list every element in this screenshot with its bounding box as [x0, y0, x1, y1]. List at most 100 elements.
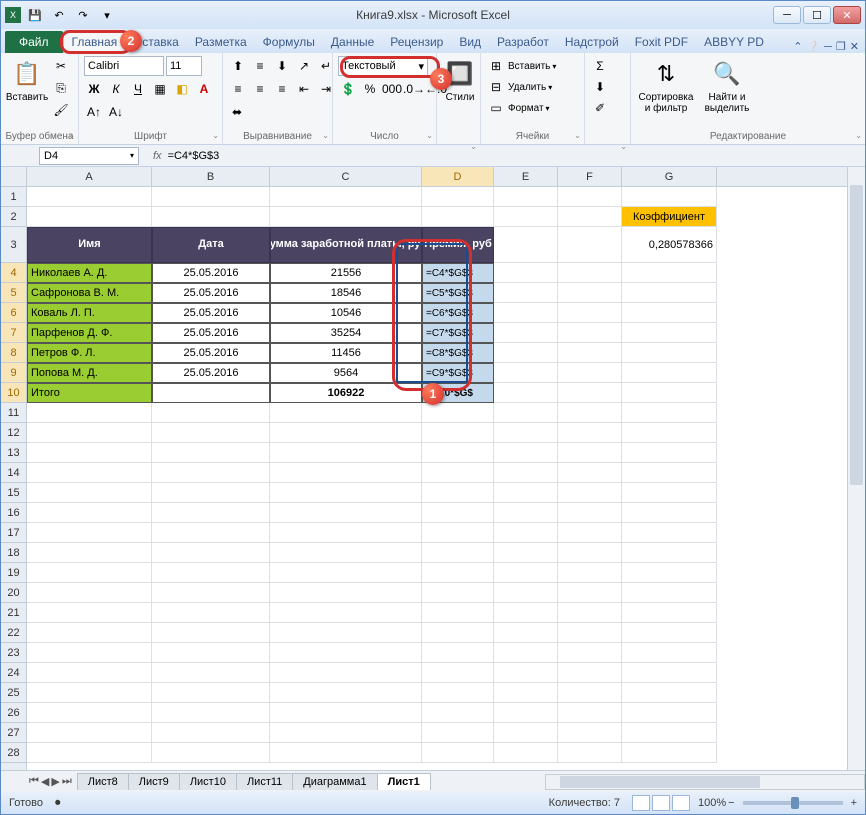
cell[interactable]	[494, 303, 558, 323]
row-header-17[interactable]: 17	[1, 523, 26, 543]
cell[interactable]	[558, 403, 622, 423]
cell[interactable]	[422, 743, 494, 763]
cell[interactable]	[422, 683, 494, 703]
cell[interactable]	[558, 343, 622, 363]
cell[interactable]	[152, 503, 270, 523]
cell[interactable]	[494, 207, 558, 227]
font-name-input[interactable]	[84, 56, 164, 76]
fill-color-button[interactable]: ◧	[172, 79, 192, 99]
cell[interactable]	[270, 663, 422, 683]
cell[interactable]	[152, 703, 270, 723]
cell[interactable]	[270, 187, 422, 207]
cell[interactable]	[494, 643, 558, 663]
row-header-23[interactable]: 23	[1, 643, 26, 663]
cell[interactable]	[27, 543, 152, 563]
view-normal-button[interactable]	[632, 795, 650, 811]
row-header-15[interactable]: 15	[1, 483, 26, 503]
cell[interactable]	[494, 743, 558, 763]
cell[interactable]	[494, 443, 558, 463]
italic-button[interactable]: К	[106, 79, 126, 99]
cell[interactable]	[622, 403, 717, 423]
row-header-13[interactable]: 13	[1, 443, 26, 463]
horizontal-scrollbar[interactable]	[545, 774, 865, 790]
cell[interactable]	[152, 483, 270, 503]
zoom-out-button[interactable]: −	[728, 797, 734, 809]
row-header-11[interactable]: 11	[1, 403, 26, 423]
cell-salary-5[interactable]: 18546	[270, 283, 422, 303]
copy-button[interactable]: ⎘	[51, 78, 71, 98]
cell[interactable]	[27, 703, 152, 723]
row-header-7[interactable]: 7	[1, 323, 26, 343]
maximize-button[interactable]: ☐	[803, 6, 831, 24]
comma-button[interactable]: 000	[382, 79, 402, 99]
row-header-9[interactable]: 9	[1, 363, 26, 383]
view-break-button[interactable]	[672, 795, 690, 811]
cell[interactable]	[422, 583, 494, 603]
cell[interactable]	[270, 603, 422, 623]
cell[interactable]	[622, 623, 717, 643]
dec-indent-button[interactable]: ⇤	[294, 79, 314, 99]
row-header-10[interactable]: 10	[1, 383, 26, 403]
row-header-19[interactable]: 19	[1, 563, 26, 583]
cell[interactable]	[494, 403, 558, 423]
sheet-nav-prev[interactable]: ◀	[41, 775, 49, 788]
cell-name-6[interactable]: Коваль Л. П.	[27, 303, 152, 323]
cell[interactable]	[494, 623, 558, 643]
cell-bonus-6[interactable]: =C6*$G$3	[422, 303, 494, 323]
cell-date-7[interactable]: 25.05.2016	[152, 323, 270, 343]
cell[interactable]	[152, 207, 270, 227]
ribbon-minimize-icon[interactable]: ⌃	[793, 40, 802, 53]
cut-button[interactable]: ✂	[51, 56, 71, 76]
cell[interactable]	[422, 623, 494, 643]
sheet-nav-first[interactable]: ⏮	[29, 775, 39, 788]
cell[interactable]	[152, 663, 270, 683]
cell-bonus-4[interactable]: =C4*$G$3	[422, 263, 494, 283]
cell[interactable]	[422, 703, 494, 723]
cell[interactable]	[152, 403, 270, 423]
cell[interactable]	[422, 543, 494, 563]
find-select-button[interactable]: 🔍 Найти и выделить	[699, 56, 755, 116]
cell[interactable]	[27, 483, 152, 503]
cell[interactable]	[622, 423, 717, 443]
cell[interactable]	[270, 207, 422, 227]
cell[interactable]	[422, 643, 494, 663]
cell[interactable]	[494, 483, 558, 503]
border-button[interactable]: ▦	[150, 79, 170, 99]
font-size-input[interactable]	[166, 56, 202, 76]
cell[interactable]	[27, 683, 152, 703]
cell[interactable]	[422, 443, 494, 463]
tab-developer[interactable]: Разработ	[489, 31, 557, 53]
cell[interactable]	[494, 583, 558, 603]
col-header-G[interactable]: G	[622, 167, 717, 186]
row-header-14[interactable]: 14	[1, 463, 26, 483]
format-painter-button[interactable]: 🖌	[51, 100, 71, 120]
cell[interactable]	[270, 403, 422, 423]
cell[interactable]	[558, 283, 622, 303]
format-cells-button[interactable]: ▭	[486, 98, 506, 118]
cell[interactable]	[494, 383, 558, 403]
cell[interactable]	[558, 383, 622, 403]
sheet-tab-Диаграмма1[interactable]: Диаграмма1	[292, 773, 377, 790]
currency-button[interactable]: 💲	[338, 79, 358, 99]
autosum-button[interactable]: Σ	[590, 56, 610, 76]
cell[interactable]	[422, 187, 494, 207]
cell[interactable]	[558, 583, 622, 603]
tab-abbyy[interactable]: ABBYY PD	[696, 31, 772, 53]
row-header-24[interactable]: 24	[1, 663, 26, 683]
cell[interactable]	[622, 363, 717, 383]
column-headers[interactable]: ABCDEFG	[27, 167, 847, 187]
cell[interactable]	[558, 363, 622, 383]
row-header-21[interactable]: 21	[1, 603, 26, 623]
cell-name-9[interactable]: Попова М. Д.	[27, 363, 152, 383]
cell[interactable]	[622, 383, 717, 403]
cell[interactable]	[152, 543, 270, 563]
cell-total-date[interactable]	[152, 383, 270, 403]
cell[interactable]	[558, 323, 622, 343]
select-all-corner[interactable]	[1, 167, 27, 187]
cell[interactable]	[558, 563, 622, 583]
hscroll-thumb[interactable]	[560, 776, 760, 788]
header-salary[interactable]: Сумма заработной платы, руб.	[270, 227, 422, 263]
cell[interactable]	[422, 563, 494, 583]
cell[interactable]	[494, 543, 558, 563]
cell[interactable]	[558, 683, 622, 703]
